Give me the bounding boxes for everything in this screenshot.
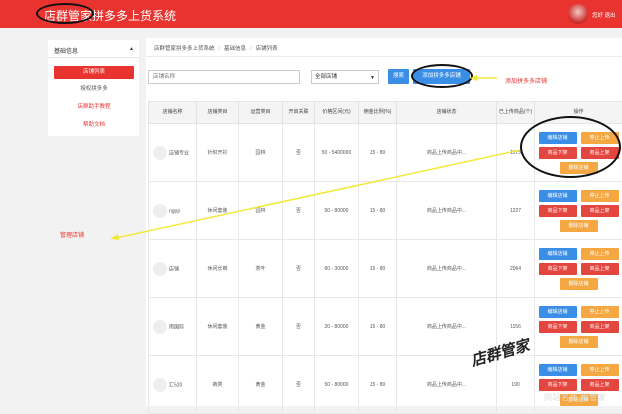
footer-watermark: 网站名片 群管家: [544, 392, 606, 403]
arrow-head-icon: [110, 234, 119, 240]
annotation-arrow-manage: [116, 150, 520, 238]
arrow-head-icon: [470, 75, 477, 81]
